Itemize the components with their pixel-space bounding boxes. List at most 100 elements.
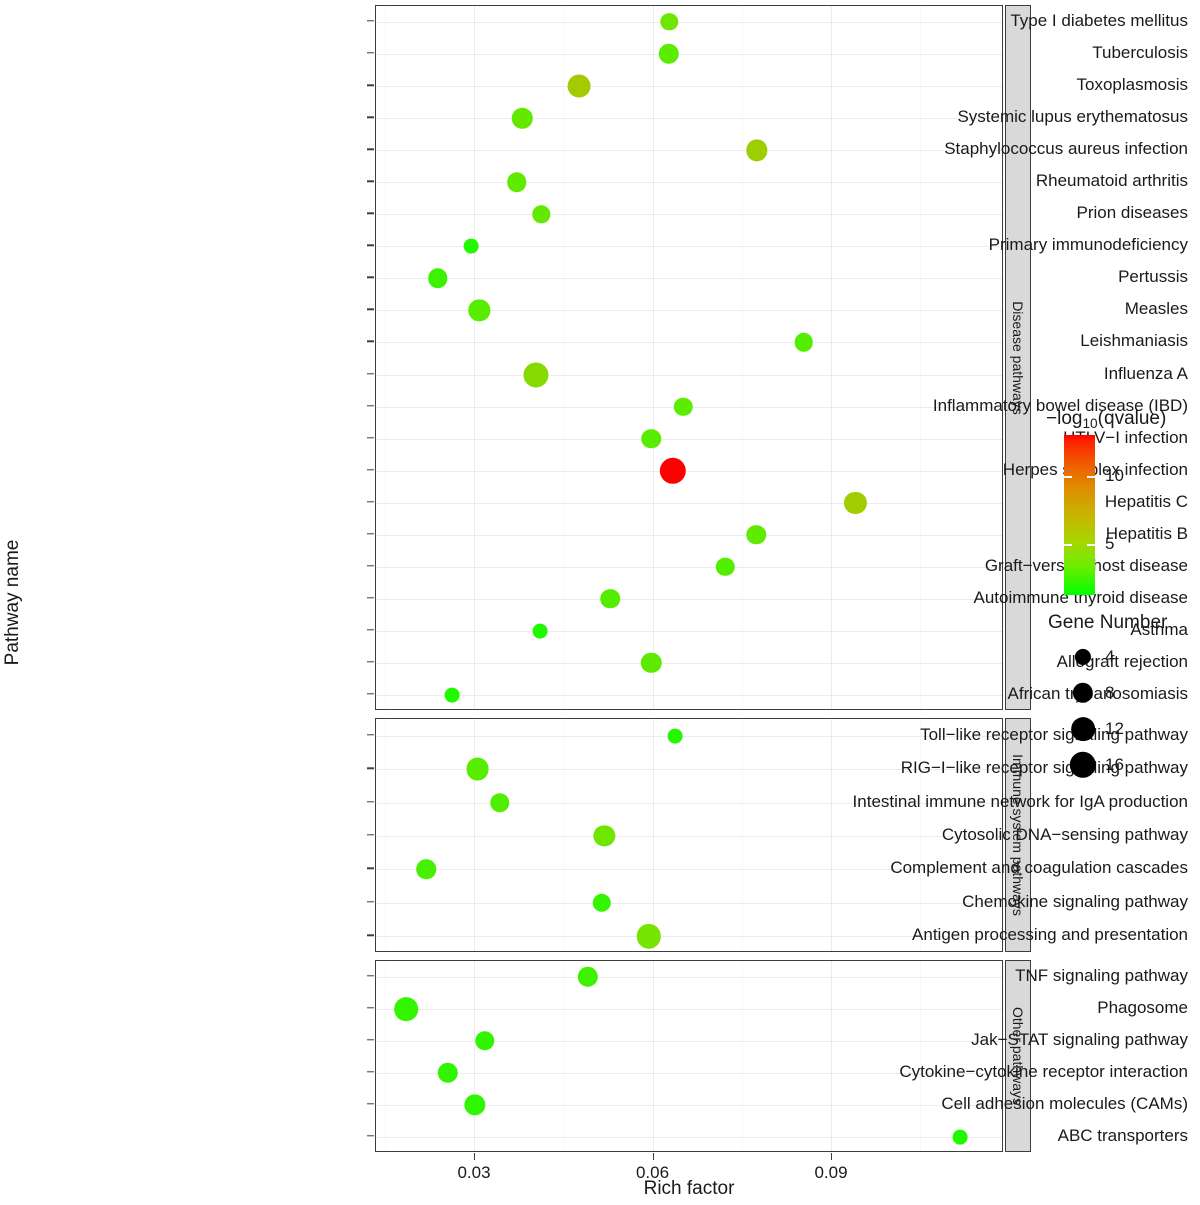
data-point-bubble[interactable] [658,43,679,65]
data-point-bubble[interactable] [674,397,693,416]
y-axis-tick-mark [367,1135,374,1137]
data-point-bubble[interactable] [464,1094,486,1116]
y-axis-title: Pathway name [2,539,23,666]
gridline-vertical-minor [741,719,743,951]
color-legend-title-subscript: 10 [1082,415,1098,431]
y-axis-tick-label: Cytokine−cytokine receptor interaction [899,1062,1188,1081]
y-axis-tick-mark [367,597,374,599]
data-point-bubble[interactable] [715,557,735,577]
y-axis-tick-label: Phagosome [1097,998,1188,1017]
y-axis-tick-label: Chemokine signaling pathway [962,891,1188,911]
data-point-bubble[interactable] [511,107,533,129]
data-point-bubble[interactable] [641,652,662,674]
data-point-bubble[interactable] [532,205,550,223]
data-point-bubble[interactable] [427,268,448,289]
data-point-bubble[interactable] [466,757,490,781]
kegg-bubble-plot: Pathway name Rich factor Disease pathway… [0,0,1200,1205]
y-axis-tick-label: Herpes simplex infection [1002,459,1188,479]
size-legend-label: 12 [1105,719,1124,738]
y-axis-tick-label: Type I diabetes mellitus [1010,11,1188,31]
y-axis-tick-label: Toll−like receptor signaling pathway [920,724,1188,744]
y-axis-tick-mark [367,629,374,631]
data-point-bubble[interactable] [523,361,549,388]
y-axis-tick-mark [367,84,374,86]
gridline-vertical-minor [384,719,386,951]
data-point-bubble[interactable] [636,924,662,949]
y-axis-tick-label: Systemic lupus erythematosus [957,107,1188,127]
y-axis-tick-label: Rheumatoid arthritis [1035,171,1188,191]
y-axis-tick-mark [367,767,374,769]
x-axis-tick-mark [831,1153,833,1160]
data-point-bubble[interactable] [489,792,510,813]
y-axis-tick-label: Autoimmune thyroid disease [973,587,1188,607]
y-axis-tick-mark [367,867,374,870]
y-axis-tick-mark [367,340,374,343]
x-axis-tick-mark [474,1153,476,1160]
data-point-bubble[interactable] [437,1062,459,1084]
y-axis-tick-label: RIG−I−like receptor signaling pathway [900,758,1188,778]
color-legend-tick-label: 10 [1105,466,1124,486]
data-point-bubble[interactable] [468,299,490,322]
y-axis-tick-label: Graft−versus−host disease [984,555,1188,575]
color-legend-tick-label: 5 [1105,534,1115,554]
data-point-bubble[interactable] [394,997,418,1021]
data-point-bubble[interactable] [660,13,678,31]
y-axis-tick-mark [367,1103,374,1105]
y-axis-tick-label: Toxoplasmosis [1076,75,1189,95]
y-axis-tick-mark [367,116,374,118]
data-point-bubble[interactable] [577,966,598,988]
gridline-vertical-minor [920,961,922,1151]
gridline-vertical [652,6,654,709]
y-axis-tick-mark [367,20,374,22]
y-axis-tick-label: Staphylococcus aureus infection [944,139,1188,159]
data-point-bubble[interactable] [507,172,527,192]
data-point-bubble[interactable] [593,825,615,847]
size-legend-title: Gene Number [1048,612,1168,633]
data-point-bubble[interactable] [416,859,437,880]
y-axis-tick-mark [367,1039,374,1041]
y-axis-tick-label: Tuberculosis [1092,43,1188,63]
data-point-bubble[interactable] [532,623,548,639]
y-axis-tick-label: Intestinal immune network for IgA produc… [852,791,1188,811]
y-axis-tick-mark [367,308,374,311]
y-axis-tick-label: Hepatitis B [1105,523,1188,543]
gridline-vertical [652,961,654,1151]
data-point-bubble[interactable] [474,1031,495,1051]
data-point-bubble[interactable] [659,457,686,484]
y-axis-tick-mark [367,734,374,736]
y-axis-tick-mark [367,1007,374,1009]
size-legend-label: 16 [1105,755,1124,774]
y-axis-tick-mark [367,1071,374,1073]
y-axis-tick-mark [367,661,374,663]
y-axis-tick-mark [367,436,374,439]
gridline-vertical [474,6,475,709]
color-legend-title: −log10(qvalue) [1046,408,1167,431]
data-point-bubble[interactable] [745,139,768,161]
color-legend-tick-mark [1087,544,1095,546]
data-point-bubble[interactable] [746,525,766,545]
x-axis-tick-label: 0.03 [457,1163,491,1182]
gridline-vertical-minor [741,961,743,1151]
x-axis-tick-label: 0.09 [814,1163,848,1182]
data-point-bubble[interactable] [641,428,662,449]
data-point-bubble[interactable] [592,893,612,913]
gridline-vertical-minor [563,719,565,951]
data-point-bubble[interactable] [600,589,620,609]
data-point-bubble[interactable] [567,74,591,98]
y-axis-tick-mark [367,52,374,54]
data-point-bubble[interactable] [667,728,683,744]
y-axis-tick-label: Cell adhesion molecules (CAMs) [941,1094,1188,1113]
color-legend-tick-mark [1064,544,1072,546]
data-point-bubble[interactable] [463,238,479,254]
y-axis-tick-mark [367,180,374,182]
data-point-bubble[interactable] [444,687,460,703]
y-axis-tick-mark [367,693,374,695]
gridline-vertical-minor [563,6,565,709]
y-axis-tick-label: TNF signaling pathway [1015,966,1188,985]
data-point-bubble[interactable] [794,333,813,352]
size-legend-label: 8 [1105,683,1115,702]
size-legend-label: 4 [1105,647,1115,666]
y-axis-tick-label: Jak−STAT signaling pathway [971,1030,1188,1049]
y-axis-tick-mark [367,800,374,803]
gridline-vertical [652,719,654,951]
